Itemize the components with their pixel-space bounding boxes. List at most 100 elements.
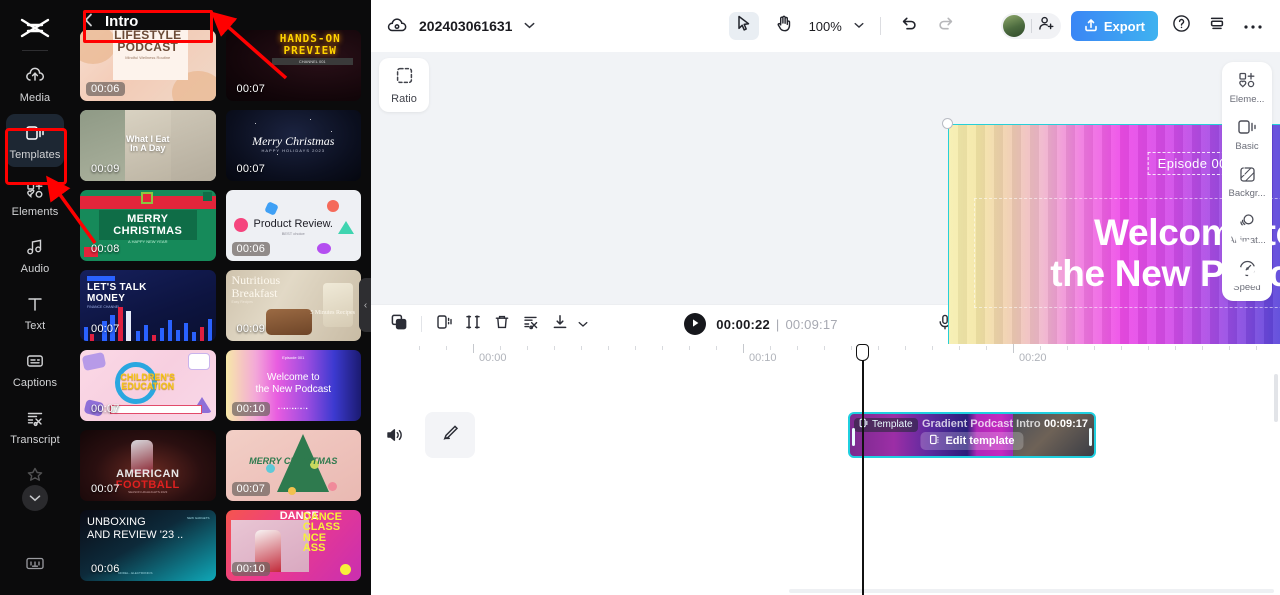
sidebar-item-media[interactable]: Media	[6, 57, 64, 110]
template-title-line: PREVIEW	[283, 44, 337, 57]
select-tool-button[interactable]	[728, 12, 759, 40]
template-duration: 00:09	[91, 163, 120, 175]
template-subtitle: Episode 001	[282, 355, 305, 360]
timeline-clip[interactable]: Template Gradient Podcast Intro 00:09:17…	[848, 411, 1096, 458]
editor-main: 202403061631 100% Export Ratio Episode 0…	[371, 0, 1280, 595]
title-text-layer[interactable]: Welcome to the New Podcast	[974, 198, 1280, 308]
chevron-left-icon[interactable]	[84, 13, 93, 30]
help-button[interactable]	[1168, 13, 1194, 39]
template-title-line: AND REVIEW '23 ..	[87, 529, 184, 541]
sidebar-item-captions[interactable]: Captions	[6, 342, 64, 395]
play-button[interactable]	[684, 313, 707, 335]
clip-trim-handle-left[interactable]	[852, 427, 855, 446]
title-line-2: the New Podcast	[1050, 253, 1280, 294]
sidebar-item-templates[interactable]: Templates	[6, 114, 64, 167]
template-duration: 00:07	[91, 323, 120, 335]
top-toolbar: 202403061631 100% Export	[371, 0, 1280, 52]
tab-elements[interactable]: Eleme...	[1222, 70, 1272, 105]
template-card[interactable]: HANDS-ON PREVIEW CHANNEL 001 00:07	[225, 30, 361, 101]
text-t-icon	[23, 293, 47, 315]
template-card[interactable]: Episode 001 Welcome to the New Podcast ▪…	[225, 350, 361, 421]
template-card[interactable]: Nutritious Breakfast Easy Recipes 5 Minu…	[225, 270, 361, 341]
template-title-line: Breakfast	[231, 286, 278, 300]
upload-icon	[1084, 18, 1098, 35]
template-card[interactable]: MERRY CHRISTMAS A HAPPY NEW YEAR 00:08	[80, 190, 216, 261]
template-card[interactable]: AMERICAN FOOTBALL SEASON HIGHLIGHTS 2023…	[80, 430, 216, 501]
video-canvas-selection[interactable]: Episode 001 Welcome to the New Podcast ▮…	[942, 118, 1280, 440]
more-options-button[interactable]	[1240, 13, 1266, 39]
template-card[interactable]: Merry Christmas HAPPY HOLIDAYS 2023 00:0…	[225, 110, 361, 181]
clip-duration: 00:09:17	[1043, 417, 1088, 430]
cloud-sync-icon[interactable]	[385, 14, 409, 38]
track-edit-button[interactable]	[425, 411, 475, 458]
expand-more-button[interactable]	[22, 485, 48, 511]
clip-trim-handle-right[interactable]	[1089, 427, 1092, 446]
sidebar-item-transcript[interactable]: Transcript	[6, 399, 64, 452]
playhead-knob[interactable]	[856, 343, 869, 361]
template-card[interactable]: What I Eat In A Day 00:09	[80, 110, 216, 181]
duplicate-icon	[390, 313, 408, 336]
transcript-cut-button[interactable]	[517, 310, 545, 338]
sidebar-item-audio[interactable]: Audio	[6, 228, 64, 281]
template-title-line: EDUCATION	[121, 381, 175, 391]
crop-button[interactable]	[459, 310, 487, 338]
keyboard-icon	[24, 557, 46, 576]
template-card[interactable]: LET'S TALK MONEY FINANCE CHANNEL 00:07	[80, 270, 216, 341]
template-duration: 00:06	[231, 242, 271, 256]
sidebar-label: Transcript	[10, 434, 60, 446]
template-title-line: MONEY	[87, 293, 126, 304]
template-corner-text: 5 Minutes Recipes	[310, 310, 355, 316]
track-volume-button[interactable]	[385, 426, 404, 449]
template-title-line: MERRY CHRISTMAS	[249, 456, 338, 466]
resize-handle-top-left[interactable]	[942, 118, 953, 129]
template-duration: 00:07	[91, 403, 120, 415]
export-button[interactable]: Export	[1070, 11, 1158, 41]
playhead[interactable]	[856, 343, 869, 595]
collaborators[interactable]	[1000, 13, 1061, 39]
template-card[interactable]: LIFESTYLE PODCAST Mindful Wellness Routi…	[80, 30, 216, 101]
play-icon	[691, 315, 700, 333]
hand-tool-button[interactable]	[769, 12, 799, 40]
tab-basic[interactable]: Basic	[1222, 117, 1272, 152]
current-time: 00:00:22	[716, 316, 770, 332]
ratio-button[interactable]: Ratio	[379, 58, 429, 112]
redo-button[interactable]	[933, 13, 959, 39]
clip-name: Gradient Podcast Intro	[922, 417, 1041, 430]
collapse-panel-button[interactable]: ‹	[359, 278, 371, 332]
project-name[interactable]: 202403061631	[419, 18, 512, 34]
transcript-icon	[23, 407, 47, 429]
sidebar-label: Audio	[20, 263, 50, 275]
undo-icon	[901, 16, 918, 36]
templates-category-title: Intro	[105, 12, 139, 30]
waveform-decoration: ▮▯▮▮▯▮▮▮▯▮▮▯▮▮▮▯▮▯▮▮	[1120, 360, 1272, 372]
layout-button[interactable]	[1204, 13, 1230, 39]
template-card[interactable]: UNBOXING AND REVIEW '23 .. NEW GADGETS M…	[80, 510, 216, 581]
template-card[interactable]: CHILDREN'S EDUCATION 00:07	[80, 350, 216, 421]
split-basic-button[interactable]	[430, 310, 458, 338]
edit-template-button[interactable]: Edit template	[920, 431, 1024, 450]
template-title-line: PODCAST	[117, 40, 179, 54]
template-card[interactable]: DANCE DANCE CLASS NCE ASS 00:10	[225, 510, 361, 581]
keyboard-shortcuts-button[interactable]	[24, 554, 46, 577]
template-title-line: In A Day	[130, 143, 166, 153]
undo-button[interactable]	[897, 13, 923, 39]
download-options-caret[interactable]	[575, 310, 591, 338]
download-button[interactable]	[546, 310, 574, 338]
timeline[interactable]: 00:00 00:10 00:20 Template Gradient Podc…	[371, 343, 1280, 595]
capcut-logo[interactable]	[15, 14, 55, 42]
template-card[interactable]: Product Review. BEST choice 00:06	[225, 190, 361, 261]
sidebar-item-elements[interactable]: Elements	[6, 171, 64, 224]
chevron-down-icon[interactable]	[524, 21, 535, 32]
template-card[interactable]: MERRY CHRISTMAS 00:07	[225, 430, 361, 501]
template-subtitle: HAPPY HOLIDAYS 2023	[261, 148, 326, 153]
episode-text-layer[interactable]: Episode 001	[1147, 152, 1245, 175]
zoom-level[interactable]: 100%	[809, 19, 842, 34]
effects-star-icon	[23, 464, 47, 486]
user-avatar[interactable]	[1002, 15, 1025, 37]
duplicate-button[interactable]	[385, 310, 413, 338]
sidebar-item-text[interactable]: Text	[6, 285, 64, 338]
delete-button[interactable]	[488, 310, 516, 338]
chevron-down-icon[interactable]	[854, 21, 864, 32]
add-collaborator-icon[interactable]	[1038, 15, 1055, 37]
timeline-vertical-scrollbar[interactable]	[1274, 373, 1278, 422]
